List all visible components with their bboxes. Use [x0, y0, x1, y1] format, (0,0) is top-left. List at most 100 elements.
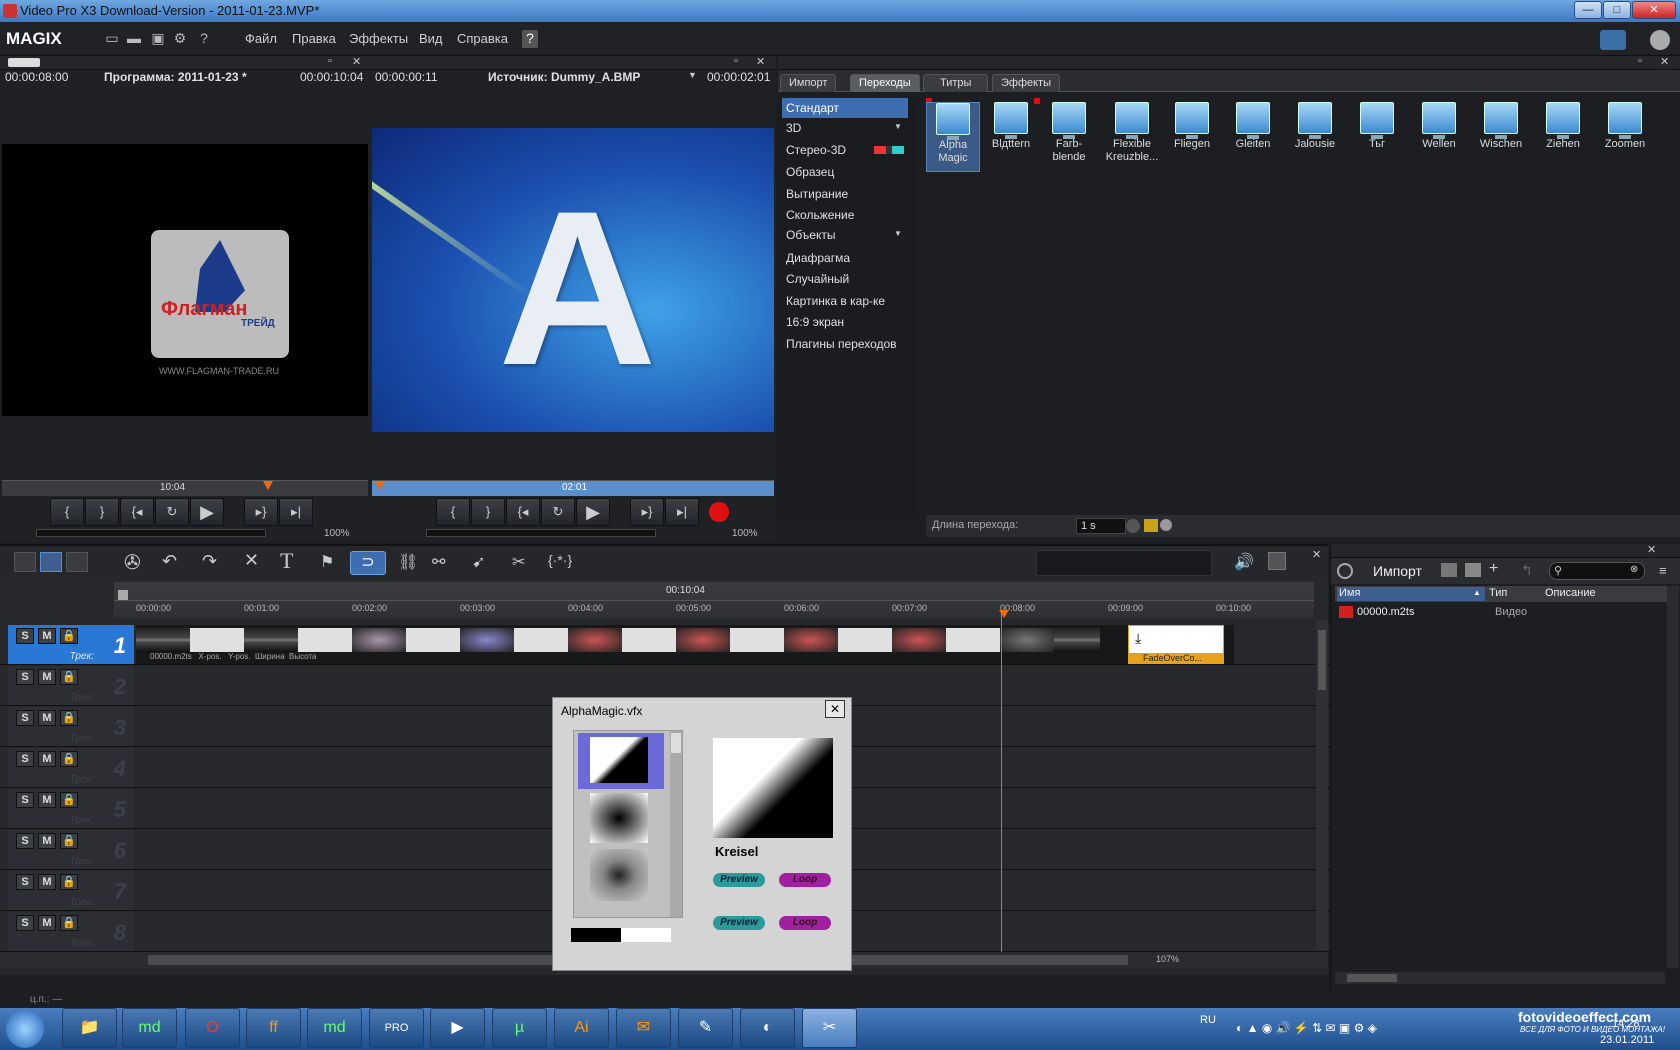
source-zoom[interactable]: 100%: [732, 528, 758, 539]
start-button[interactable]: [6, 1010, 44, 1048]
category-sample[interactable]: Образец: [782, 162, 908, 182]
film-reel-icon[interactable]: [1600, 30, 1626, 50]
razor-icon[interactable]: ✂: [512, 552, 525, 572]
category-16-9[interactable]: 16:9 экран: [782, 312, 908, 332]
search-input[interactable]: ⚲ ⊗: [1549, 562, 1645, 580]
open-folder-icon[interactable]: ▬: [126, 30, 142, 48]
menu-view[interactable]: Вид: [419, 31, 443, 46]
lock-icon[interactable]: 🔒: [60, 628, 78, 644]
next-marker-button[interactable]: ▸}: [630, 498, 664, 526]
category-slide[interactable]: Скольжение: [782, 205, 908, 225]
mute-button[interactable]: M: [38, 710, 56, 726]
pattern-item[interactable]: [578, 733, 664, 789]
category-plugins[interactable]: Плагины переходов: [782, 334, 908, 354]
solo-button[interactable]: S: [16, 669, 34, 685]
mute-button[interactable]: M: [38, 751, 56, 767]
refresh-icon[interactable]: [1337, 563, 1353, 579]
taskbar-app[interactable]: ✂: [802, 1008, 857, 1048]
redo-icon[interactable]: ↷: [202, 551, 217, 572]
lock-icon[interactable]: [118, 590, 128, 600]
maximize-button[interactable]: □: [1603, 1, 1631, 19]
to-end-button[interactable]: ▸|: [665, 498, 699, 526]
lock-icon[interactable]: 🔒: [60, 751, 78, 767]
category-iris[interactable]: Диафрагма: [782, 248, 908, 268]
ripple-icon[interactable]: ⊃: [350, 551, 386, 575]
menu-help[interactable]: Справка: [457, 31, 508, 46]
close-panel-icon[interactable]: ✕: [756, 55, 765, 68]
cursor-tool-icon[interactable]: ➹: [472, 552, 485, 572]
up-arrow-icon[interactable]: ↰: [1521, 562, 1533, 579]
transition-tile[interactable]: Ziehen: [1536, 102, 1590, 172]
col-type[interactable]: Тип: [1489, 587, 1507, 599]
menu-file[interactable]: Файл: [245, 31, 277, 46]
program-zoom[interactable]: 100%: [324, 528, 350, 539]
pattern-scrollbar[interactable]: [670, 731, 682, 917]
program-zoom-slider[interactable]: [36, 529, 266, 537]
mute-button[interactable]: M: [38, 792, 56, 808]
lock-icon[interactable]: 🔒: [60, 833, 78, 849]
softness-bar[interactable]: [571, 928, 671, 942]
link-icon[interactable]: ⛓: [398, 552, 418, 572]
taskbar-app[interactable]: ▶: [430, 1008, 485, 1048]
mute-button[interactable]: M: [38, 915, 56, 931]
transition-tile[interactable]: Blдttern: [984, 102, 1038, 172]
tab-transitions[interactable]: Переходы: [850, 74, 920, 92]
playhead-icon[interactable]: [263, 481, 273, 490]
clock-time[interactable]: 14:28: [1612, 1018, 1640, 1030]
save-icon[interactable]: [1465, 563, 1481, 577]
transition-tile[interactable]: Flexible Kreuzble...: [1102, 102, 1162, 172]
taskbar-app[interactable]: O: [185, 1008, 240, 1048]
new-file-icon[interactable]: ▭: [104, 30, 120, 48]
category-pip[interactable]: Картинка в кар-ке: [782, 291, 908, 311]
mark-out-button[interactable]: }: [471, 498, 505, 526]
track-header[interactable]: S M 🔒 1 Трек:: [8, 625, 134, 664]
to-end-button[interactable]: ▸|: [279, 498, 313, 526]
timeline-zoom[interactable]: 107%: [1156, 954, 1179, 964]
ab-icon[interactable]: [1144, 519, 1158, 532]
context-help-icon[interactable]: ?: [522, 30, 538, 48]
marker-flag-icon[interactable]: ⚑: [320, 552, 334, 572]
fade-clip[interactable]: ⤓ FadeOverCo...: [1128, 625, 1224, 664]
folder-icon[interactable]: [1441, 563, 1457, 577]
tab-titles[interactable]: Титры: [923, 74, 989, 92]
taskbar-app[interactable]: ✉: [616, 1008, 671, 1048]
pattern-item[interactable]: [590, 849, 648, 901]
track-header[interactable]: S M 🔒 2 Трек:: [8, 666, 134, 705]
category-objects[interactable]: Объекты: [782, 225, 908, 245]
solo-button[interactable]: S: [16, 874, 34, 890]
category-standard[interactable]: Стандарт: [782, 98, 908, 118]
menu-edit[interactable]: Правка: [292, 31, 336, 46]
source-scrubber[interactable]: 02:01: [372, 480, 774, 496]
solo-button[interactable]: S: [16, 833, 34, 849]
category-random[interactable]: Случайный: [782, 269, 908, 289]
col-desc[interactable]: Описание: [1545, 587, 1596, 599]
solo-button[interactable]: S: [16, 628, 34, 644]
mark-in-button[interactable]: {: [436, 498, 470, 526]
delete-icon[interactable]: ✕: [244, 550, 259, 571]
add-icon[interactable]: +: [1489, 560, 1498, 578]
taskbar-app[interactable]: PRO: [369, 1008, 424, 1048]
record-button[interactable]: [709, 502, 729, 522]
loop-button[interactable]: ↻: [541, 498, 575, 526]
mute-button[interactable]: M: [38, 874, 56, 890]
source-zoom-slider[interactable]: [426, 529, 656, 537]
close-panel-icon[interactable]: ✕: [1647, 543, 1656, 556]
track-header[interactable]: S M 🔒 8 Трек:: [8, 912, 134, 951]
lock-icon[interactable]: 🔒: [60, 874, 78, 890]
preview-button[interactable]: Preview: [713, 873, 765, 887]
title-tool-icon[interactable]: T: [280, 548, 293, 574]
transition-tile[interactable]: Fliegen: [1165, 102, 1219, 172]
clock-date[interactable]: 23.01.2011: [1600, 1034, 1654, 1046]
disc-icon[interactable]: [1650, 30, 1670, 50]
taskbar-app[interactable]: md: [122, 1008, 177, 1048]
minimize-button[interactable]: —: [1574, 1, 1602, 19]
track-header[interactable]: S M 🔒 6 Трек:: [8, 830, 134, 869]
mark-out-button[interactable]: }: [85, 498, 119, 526]
timeline-ruler[interactable]: 00:10:04 00:00:00 00:01:00 00:02:00 00:0…: [114, 582, 1314, 618]
storyboard-view-icon[interactable]: [14, 552, 36, 572]
undock-icon[interactable]: ▫: [1638, 55, 1642, 67]
transition-tile[interactable]: Alpha Magic: [926, 102, 980, 172]
close-button[interactable]: ✕: [1632, 1, 1676, 19]
group-icon[interactable]: {·*·}: [548, 552, 572, 568]
tray-icons[interactable]: ◐ ▲ ◉ 🔊 ⚡ ⇅ ✉ ▣ ⚙ ◈: [1236, 1021, 1377, 1035]
